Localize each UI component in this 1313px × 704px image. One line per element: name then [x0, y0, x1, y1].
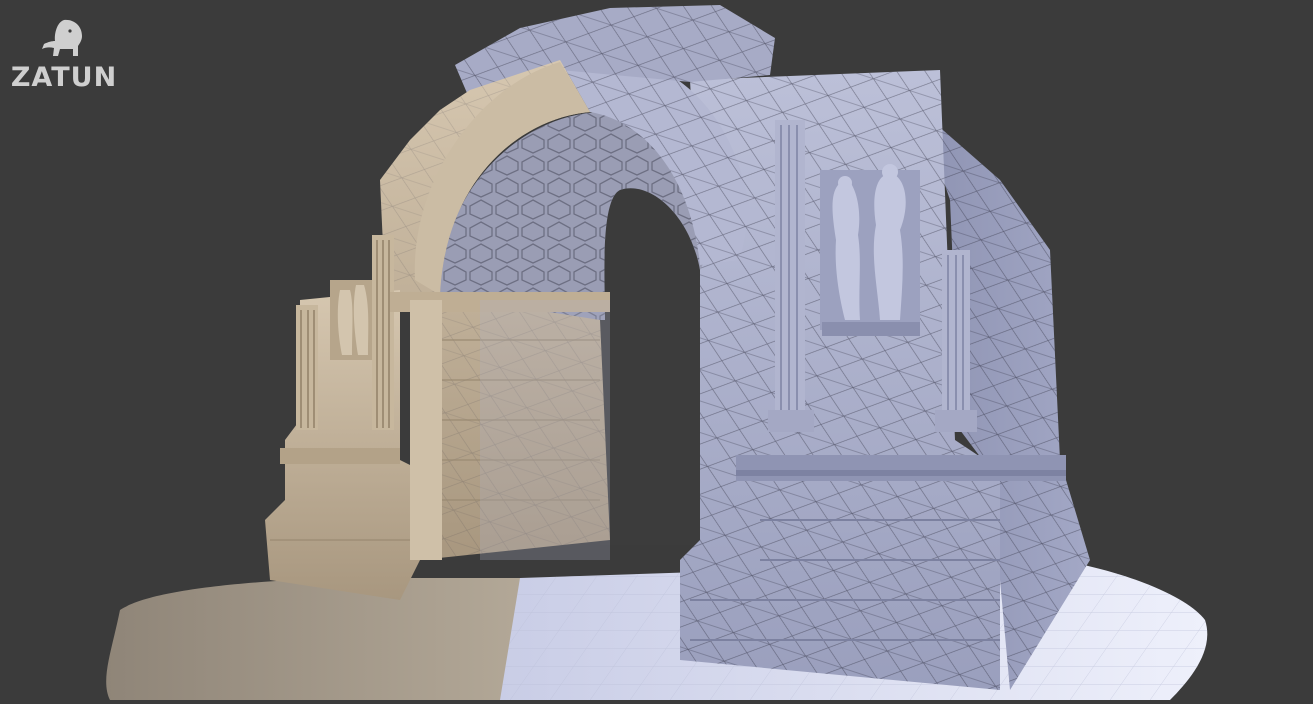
arch-render — [106, 5, 1208, 700]
artwork-canvas: ZATUN — [0, 0, 1313, 700]
lion-icon — [42, 19, 82, 56]
brand-logo: ZATUN — [10, 16, 118, 96]
brand-name: ZATUN — [10, 62, 118, 93]
